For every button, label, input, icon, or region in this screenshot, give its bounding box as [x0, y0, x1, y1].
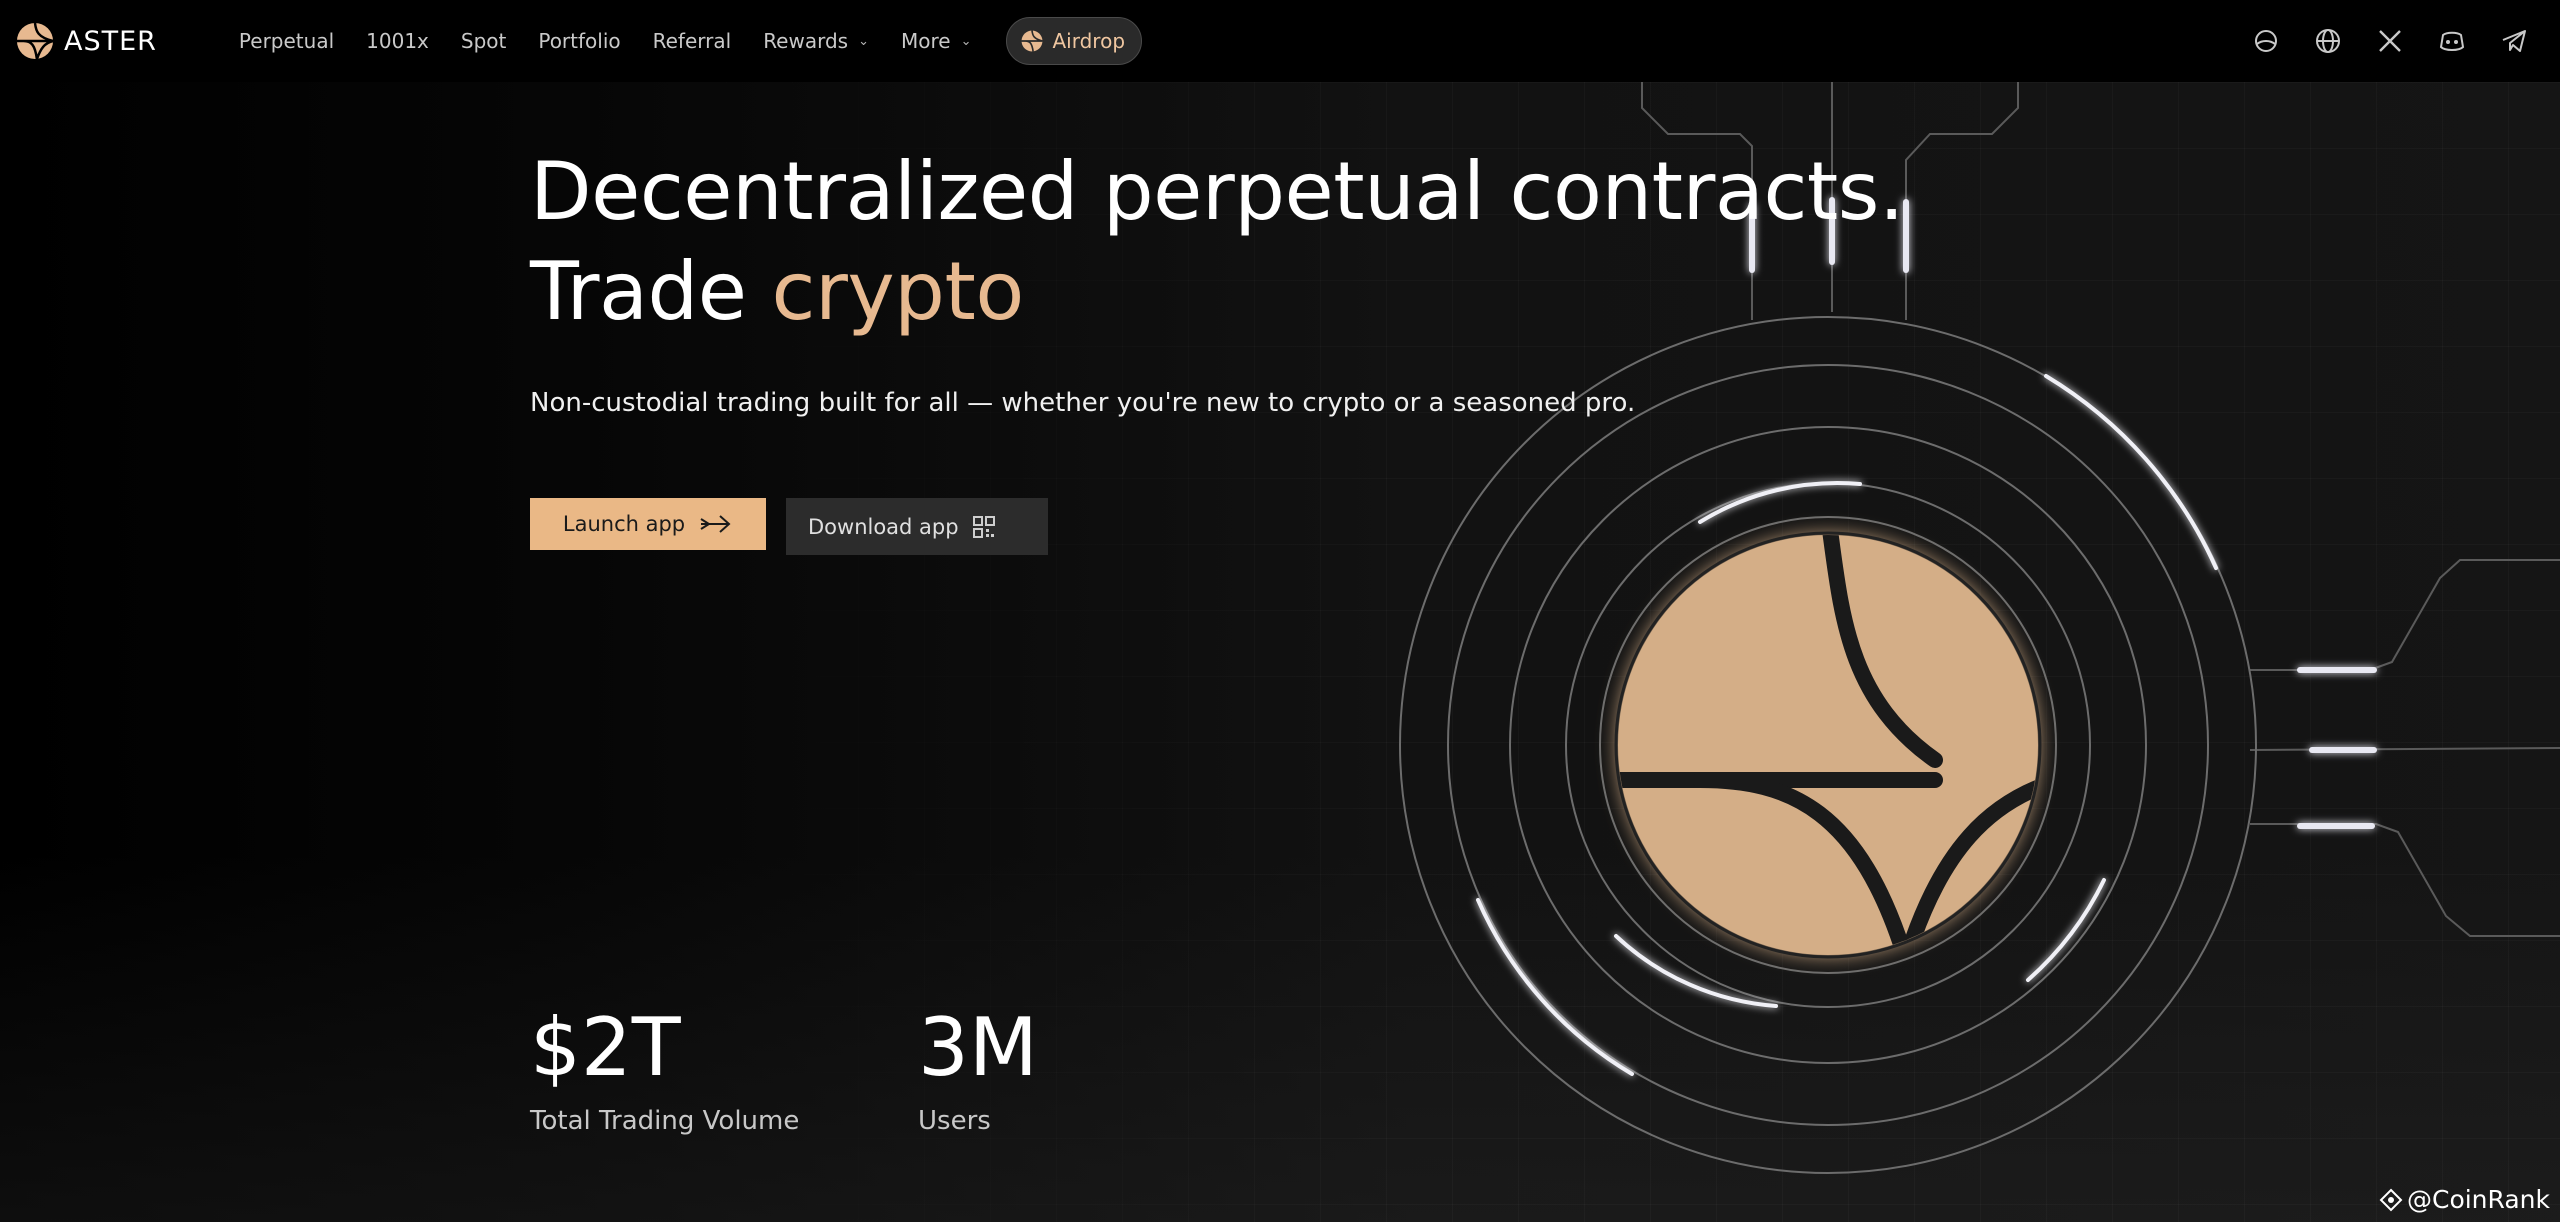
nav-item-label: Spot [460, 29, 507, 53]
launch-app-button[interactable]: Launch app [530, 498, 766, 550]
nav-item-more[interactable]: More ⌄ [901, 29, 972, 53]
aster-logo-icon [16, 22, 54, 60]
brand-name: ASTER [64, 25, 157, 57]
aster-logo-icon [1021, 30, 1043, 52]
nav-item-referral[interactable]: Referral [653, 29, 732, 53]
nav-item-spot[interactable]: Spot [461, 29, 506, 53]
hero-title-line1: Decentralized perpetual contracts. [530, 145, 1904, 238]
nav-item-perpetual[interactable]: Perpetual [239, 29, 334, 53]
telegram-icon[interactable] [2500, 27, 2528, 55]
hero-title: Decentralized perpetual contracts. Trade… [530, 142, 1904, 342]
x-icon[interactable] [2376, 27, 2404, 55]
stat-users: 3M Users [918, 1000, 1038, 1136]
brand-logo-link[interactable]: ASTER [16, 22, 157, 60]
hero-title-accent: crypto [771, 245, 1024, 338]
nav-item-label: 1001x [366, 29, 429, 53]
download-app-label: Download app [808, 514, 959, 539]
nav-item-label: Perpetual [238, 29, 335, 53]
main-nav: Perpetual 1001x Spot Portfolio Referral … [239, 17, 1143, 65]
nav-item-label: More [901, 29, 951, 53]
watermark-text: @CoinRank [2406, 1185, 2550, 1214]
coinrank-watermark: @CoinRank [2379, 1185, 2550, 1214]
chevron-down-icon: ⌄ [960, 33, 972, 49]
chevron-down-icon: ⌄ [858, 33, 869, 49]
nav-item-portfolio[interactable]: Portfolio [538, 29, 620, 53]
qr-code-icon [972, 515, 995, 538]
stat-label: Total Trading Volume [530, 1106, 800, 1136]
nav-item-1001x[interactable]: 1001x [366, 29, 429, 53]
hero-subtitle: Non-custodial trading built for all — wh… [530, 388, 1636, 418]
hero-title-line2-prefix: Trade [530, 245, 772, 338]
theme-icon[interactable] [2252, 27, 2280, 55]
globe-icon[interactable] [2314, 27, 2342, 55]
nav-item-label: Referral [652, 29, 732, 53]
coinrank-logo-icon [2379, 1188, 2403, 1211]
discord-icon[interactable] [2438, 27, 2466, 55]
header-utility-icons [2252, 27, 2544, 55]
nav-item-rewards[interactable]: Rewards ⌄ [763, 29, 869, 53]
download-app-button[interactable]: Download app [786, 498, 1048, 555]
top-navigation-bar: ASTER Perpetual 1001x Spot Portfolio Ref… [0, 0, 2560, 82]
stat-label: Users [918, 1106, 991, 1136]
airdrop-button[interactable]: Airdrop [1005, 17, 1143, 65]
airdrop-label: Airdrop [1052, 29, 1126, 53]
stat-trading-volume: $2T Total Trading Volume [530, 1000, 799, 1136]
stat-value: 3M [918, 1001, 1038, 1094]
nav-item-label: Rewards [763, 29, 849, 53]
stat-value: $2T [530, 1001, 681, 1094]
launch-app-label: Launch app [562, 512, 686, 536]
arrow-right-icon [700, 515, 731, 533]
nav-item-label: Portfolio [538, 29, 621, 53]
